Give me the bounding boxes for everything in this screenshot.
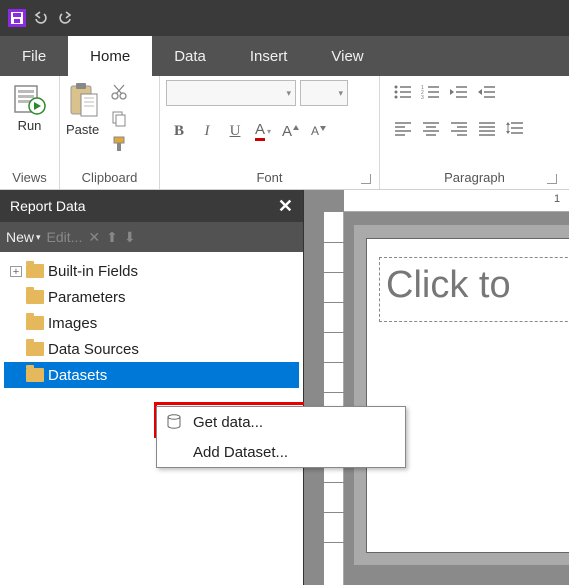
run-label: Run [18, 118, 42, 133]
views-group-label: Views [6, 168, 53, 187]
delete-icon[interactable]: ✕ [88, 229, 100, 246]
tree-item-parameters[interactable]: Parameters [4, 284, 299, 310]
report-data-panel: Report Data ✕ New▾ Edit... ✕ ⬆ ⬇ + Built… [0, 190, 304, 585]
redo-icon[interactable] [56, 9, 74, 27]
report-data-toolbar: New▾ Edit... ✕ ⬆ ⬇ [0, 222, 303, 252]
tree-item-datasets[interactable]: Datasets [4, 362, 299, 388]
placeholder-text: Click to [380, 258, 569, 307]
title-bar [0, 0, 569, 36]
horizontal-ruler: 1 [344, 190, 569, 212]
vertical-ruler [324, 212, 344, 585]
font-color-button[interactable]: A▾ [250, 118, 276, 144]
line-spacing-button[interactable] [502, 116, 528, 140]
underline-button[interactable]: U [222, 118, 248, 144]
report-data-header: Report Data ✕ [0, 190, 303, 222]
font-name-combo[interactable]: ▾ [166, 80, 296, 106]
copy-icon [110, 109, 128, 127]
tree-item-builtin-fields[interactable]: + Built-in Fields [4, 258, 299, 284]
ribbon: Run Views Paste [0, 76, 569, 190]
copy-button[interactable] [107, 106, 131, 130]
tree-item-images[interactable]: Images [4, 310, 299, 336]
increase-indent-button[interactable] [474, 80, 500, 104]
paste-button[interactable]: Paste [66, 80, 99, 137]
folder-icon [26, 290, 44, 304]
move-up-icon[interactable]: ⬆ [106, 229, 118, 246]
new-button[interactable]: New▾ [6, 229, 41, 245]
paste-icon [67, 80, 99, 120]
numbering-button[interactable]: 123 [418, 80, 444, 104]
undo-icon[interactable] [32, 9, 50, 27]
italic-button[interactable]: I [194, 118, 220, 144]
tree: + Built-in Fields Parameters Images Data… [0, 252, 303, 394]
work-area: Report Data ✕ New▾ Edit... ✕ ⬆ ⬇ + Built… [0, 190, 569, 585]
move-down-icon[interactable]: ⬇ [124, 229, 136, 246]
paste-label: Paste [66, 122, 99, 137]
svg-text:3: 3 [421, 95, 424, 100]
report-page[interactable]: Click to [366, 238, 569, 553]
align-center-button[interactable] [418, 116, 444, 140]
tab-view[interactable]: View [309, 36, 385, 76]
run-icon [13, 82, 47, 116]
folder-icon [26, 264, 44, 278]
tab-file[interactable]: File [0, 36, 68, 76]
folder-icon [26, 368, 44, 382]
brush-icon [110, 135, 128, 153]
clipboard-group-label: Clipboard [66, 168, 153, 187]
menu-item-add-dataset[interactable]: Add Dataset... [157, 437, 405, 467]
format-painter-button[interactable] [107, 132, 131, 156]
font-dialog-launcher[interactable] [361, 174, 371, 184]
align-right-button[interactable] [446, 116, 472, 140]
report-data-title: Report Data [10, 198, 85, 214]
paragraph-group-label: Paragraph [390, 168, 559, 187]
run-button[interactable]: Run [11, 80, 49, 135]
edit-button[interactable]: Edit... [47, 229, 83, 245]
title-placeholder[interactable]: Click to [379, 257, 569, 322]
tree-item-data-sources[interactable]: Data Sources [4, 336, 299, 362]
save-icon[interactable] [8, 9, 26, 27]
tab-insert[interactable]: Insert [228, 36, 310, 76]
tab-data[interactable]: Data [152, 36, 228, 76]
grow-font-button[interactable]: A [278, 118, 304, 144]
font-group-label: Font [166, 168, 373, 187]
context-menu: Get data... Add Dataset... [156, 406, 406, 468]
cut-icon [110, 83, 128, 101]
bullets-button[interactable] [390, 80, 416, 104]
shrink-font-button[interactable]: A [306, 118, 332, 144]
design-canvas[interactable]: 1 Click to [304, 190, 569, 585]
menu-item-get-data[interactable]: Get data... [157, 407, 405, 437]
align-left-button[interactable] [390, 116, 416, 140]
justify-button[interactable] [474, 116, 500, 140]
decrease-indent-button[interactable] [446, 80, 472, 104]
paragraph-dialog-launcher[interactable] [547, 174, 557, 184]
tab-home[interactable]: Home [68, 36, 152, 76]
folder-icon [26, 342, 44, 356]
font-size-combo[interactable]: ▾ [300, 80, 348, 106]
bold-button[interactable]: B [166, 118, 192, 144]
cut-button[interactable] [107, 80, 131, 104]
database-icon [165, 414, 183, 430]
menu-tabs: File Home Data Insert View [0, 36, 569, 76]
folder-icon [26, 316, 44, 330]
close-icon[interactable]: ✕ [278, 196, 293, 217]
